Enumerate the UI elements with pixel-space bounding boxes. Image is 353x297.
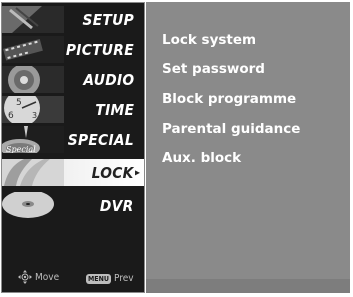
time-thumb-icon: 6 5 3: [2, 96, 64, 123]
menu-item-label: LOCK: [92, 163, 134, 182]
chevron-right-icon: ▸: [134, 167, 140, 178]
osd-screen: SETUP PICTURE AUDIO 6 5 3 TIME Special S…: [0, 0, 353, 297]
menu-item-time[interactable]: 6 5 3 TIME: [2, 96, 144, 123]
menu-item-audio[interactable]: AUDIO: [2, 66, 144, 93]
lock-submenu-panel: Lock system Set password Block programme…: [146, 2, 350, 293]
option-aux-block[interactable]: Aux. block: [162, 150, 241, 166]
audio-thumb-icon: [2, 66, 64, 93]
svg-text:6: 6: [8, 111, 14, 121]
prev-hint-label: Prev: [113, 273, 134, 284]
move-hint: Move: [18, 270, 59, 284]
menu-item-label: PICTURE: [66, 40, 134, 59]
svg-text:3: 3: [32, 111, 37, 120]
option-parental-guidance[interactable]: Parental guidance: [162, 121, 300, 137]
dvr-thumb-icon: [2, 192, 64, 219]
option-block-programme[interactable]: Block programme: [162, 91, 296, 107]
option-set-password[interactable]: Set password: [162, 61, 265, 77]
navigation-pad-icon: [18, 270, 32, 284]
main-menu-sidebar: SETUP PICTURE AUDIO 6 5 3 TIME Special S…: [1, 2, 145, 293]
menu-item-label: AUDIO: [83, 70, 134, 89]
menu-item-label: TIME: [95, 100, 134, 119]
panel-footer-bar: [146, 279, 350, 293]
picture-thumb-icon: [2, 36, 64, 63]
menu-item-picture[interactable]: PICTURE: [2, 36, 144, 63]
menu-item-setup[interactable]: SETUP: [2, 6, 144, 33]
menu-key-icon: MENU: [86, 273, 111, 284]
prev-hint: MENU Prev: [86, 273, 134, 284]
menu-item-label: SETUP: [82, 10, 134, 29]
lock-thumb-icon: [2, 159, 64, 186]
menu-item-label: DVR: [100, 196, 134, 215]
setup-thumb-icon: [2, 6, 64, 33]
menu-item-label: SPECIAL: [67, 130, 134, 149]
menu-item-lock[interactable]: LOCK ▸: [2, 159, 144, 186]
menu-item-special[interactable]: Special SPECIAL: [2, 126, 144, 153]
move-hint-label: Move: [35, 271, 60, 283]
svg-text:5: 5: [16, 98, 22, 108]
svg-text:Special: Special: [6, 145, 36, 153]
option-lock-system[interactable]: Lock system: [162, 32, 256, 48]
special-thumb-icon: Special: [2, 126, 64, 153]
menu-item-dvr[interactable]: DVR: [2, 192, 144, 219]
